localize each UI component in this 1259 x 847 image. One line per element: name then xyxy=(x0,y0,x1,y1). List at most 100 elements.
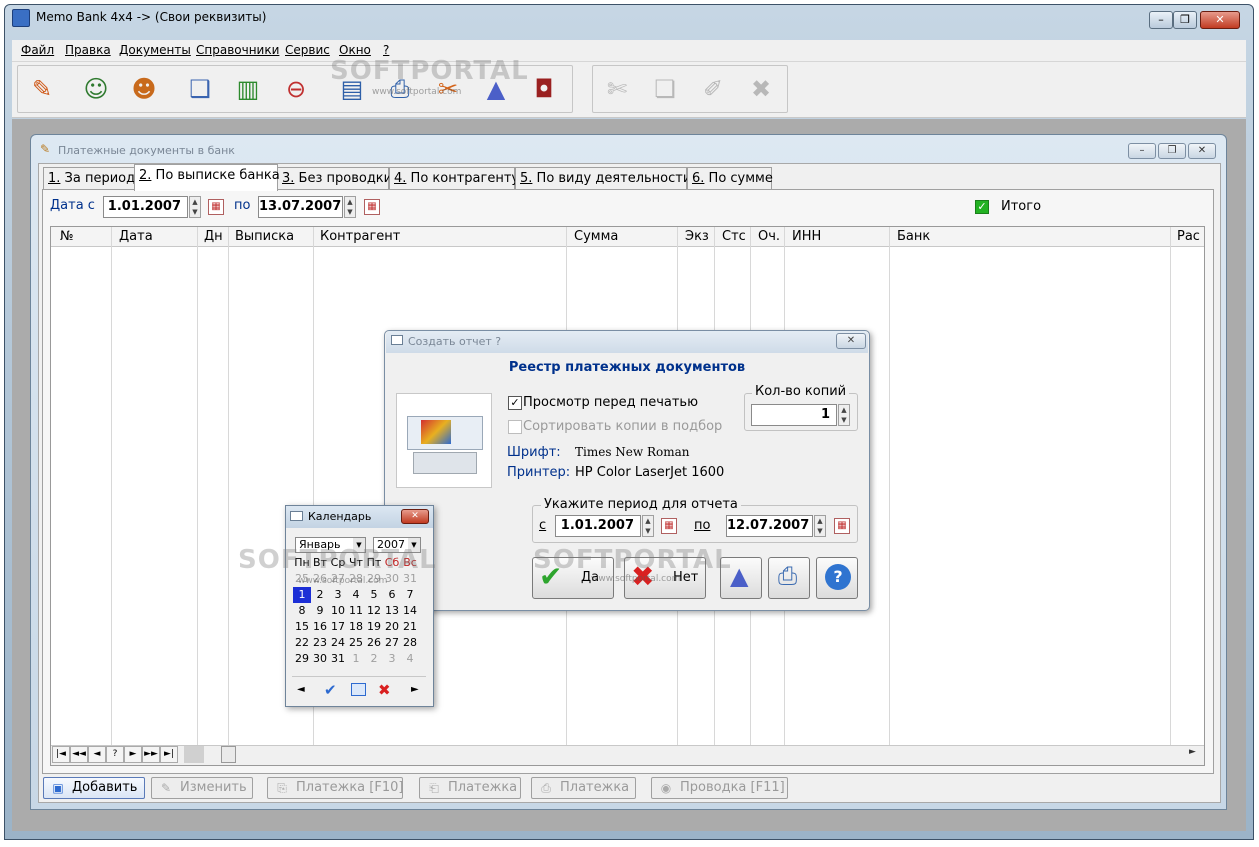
menu-documents[interactable]: Документы xyxy=(119,43,191,57)
calendar-day[interactable]: 2 xyxy=(311,587,329,603)
delete-icon[interactable]: ✖ xyxy=(741,69,781,109)
child-minimize-button[interactable]: – xyxy=(1128,143,1156,159)
calendar-day[interactable]: 11 xyxy=(347,603,365,619)
sort-copies-checkbox[interactable] xyxy=(508,420,522,434)
period-to-spinner[interactable]: ▲ ▼ xyxy=(814,515,826,537)
calendar-day[interactable]: 5 xyxy=(365,587,383,603)
column-header-statement[interactable]: Выписка xyxy=(235,229,294,244)
calendar-day[interactable]: 8 xyxy=(293,603,311,619)
column-header-bank[interactable]: Банк xyxy=(897,229,930,244)
column-header-inn[interactable]: ИНН xyxy=(792,229,821,244)
cancel-x-icon[interactable]: ✖ xyxy=(378,681,391,699)
counterparty-icon[interactable]: ☺ xyxy=(76,69,116,109)
new-document-icon[interactable]: ✎ xyxy=(22,69,62,109)
font-value[interactable]: Times New Roman xyxy=(575,445,690,459)
payment-f10-button[interactable]: ⎘ Платежка [F10] xyxy=(267,777,403,799)
calendar-day[interactable]: 28 xyxy=(401,635,419,651)
report-dialog-close-button[interactable]: ✕ xyxy=(836,333,866,349)
nav-next-page-button[interactable]: ►► xyxy=(142,746,160,763)
calendar-day[interactable]: 19 xyxy=(365,619,383,635)
calendar-day[interactable]: 20 xyxy=(383,619,401,635)
column-header-day[interactable]: Дн xyxy=(204,229,223,244)
calendar-day[interactable]: 12 xyxy=(365,603,383,619)
menu-service[interactable]: Сервис xyxy=(285,43,330,57)
tab-no-posting[interactable]: 3. Без проводки xyxy=(277,167,392,190)
calendar-day[interactable]: 3 xyxy=(383,651,401,667)
printer-setup-button[interactable]: ⎙ xyxy=(768,557,810,599)
copies-spinner[interactable]: ▲ ▼ xyxy=(838,404,850,426)
tab-bank-statement[interactable]: 2. По выписке банка xyxy=(134,164,280,191)
documents-icon[interactable]: ❑ xyxy=(180,69,220,109)
copy-icon[interactable]: ❏ xyxy=(645,69,685,109)
user-remove-icon[interactable]: ⊖ xyxy=(276,69,316,109)
calendar-day[interactable]: 7 xyxy=(401,587,419,603)
preview-checkbox[interactable]: ✓ xyxy=(508,396,522,410)
posting-f11-button[interactable]: ◉ Проводка [F11] xyxy=(651,777,788,799)
menu-window[interactable]: Окно xyxy=(339,43,371,57)
close-button[interactable]: ✕ xyxy=(1200,11,1240,29)
calendar-day[interactable]: 22 xyxy=(293,635,311,651)
column-header-account[interactable]: Рас xyxy=(1177,229,1203,244)
calendar-day[interactable]: 30 xyxy=(311,651,329,667)
date-from-spinner[interactable]: ▲ ▼ xyxy=(189,196,201,218)
confirm-check-icon[interactable]: ✔ xyxy=(324,681,337,699)
calendar-day[interactable]: 23 xyxy=(311,635,329,651)
calendar-day[interactable]: 25 xyxy=(347,635,365,651)
column-header-priority[interactable]: Оч. xyxy=(758,229,780,244)
calendar-day[interactable]: 9 xyxy=(311,603,329,619)
cut-icon[interactable]: ✄ xyxy=(597,69,637,109)
total-checkbox[interactable]: ✓ xyxy=(975,200,989,214)
calendar-icon[interactable]: ▦ xyxy=(661,518,677,534)
edit-button[interactable]: ✎ Изменить xyxy=(151,777,253,799)
printer-value[interactable]: HP Color LaserJet 1600 xyxy=(575,465,724,480)
date-to-spinner[interactable]: ▲ ▼ xyxy=(344,196,356,218)
chart-icon[interactable]: ▥ xyxy=(228,69,268,109)
date-to-input[interactable]: 13.07.2007 xyxy=(258,196,343,218)
help-button[interactable]: ? xyxy=(816,557,858,599)
calendar-day[interactable]: 16 xyxy=(311,619,329,635)
tab-amount[interactable]: 6. По сумме xyxy=(687,167,773,190)
calendar-day[interactable]: 14 xyxy=(401,603,419,619)
child-close-button[interactable]: ✕ xyxy=(1188,143,1216,159)
calendar-icon[interactable]: ▦ xyxy=(834,518,850,534)
prev-month-icon[interactable]: ◄ xyxy=(297,684,305,695)
nav-prev-page-button[interactable]: ◄◄ xyxy=(70,746,88,763)
tab-period[interactable]: 1. За период xyxy=(43,167,135,190)
column-header-amount[interactable]: Сумма xyxy=(574,229,618,244)
calendar-day[interactable]: 1 xyxy=(347,651,365,667)
tab-counterparty[interactable]: 4. По контрагенту xyxy=(389,167,519,190)
restore-button[interactable]: ❐ xyxy=(1173,11,1197,29)
calendar-day[interactable]: 29 xyxy=(293,651,311,667)
date-from-input[interactable]: 1.01.2007 xyxy=(103,196,188,218)
wallet-icon[interactable]: ◘ xyxy=(524,69,564,109)
period-from-input[interactable]: 1.01.2007 xyxy=(555,515,641,537)
calendar-day[interactable]: 3 xyxy=(329,587,347,603)
nav-first-button[interactable]: |◄ xyxy=(52,746,70,763)
calendar-day[interactable]: 6 xyxy=(383,587,401,603)
calendar-close-button[interactable]: ✕ xyxy=(401,509,429,524)
calendar-icon[interactable]: ▦ xyxy=(364,199,380,215)
calendar-day[interactable]: 27 xyxy=(383,635,401,651)
calendar-day-selected[interactable]: 1 xyxy=(293,587,311,603)
nav-prev-button[interactable]: ◄ xyxy=(88,746,106,763)
menu-edit[interactable]: Правка xyxy=(65,43,111,57)
column-header-copies[interactable]: Экз xyxy=(685,229,709,244)
scrollbar-track[interactable] xyxy=(184,746,204,763)
child-restore-button[interactable]: ❐ xyxy=(1158,143,1186,159)
users-icon[interactable]: ☻ xyxy=(124,69,164,109)
calendar-icon[interactable]: ▦ xyxy=(208,199,224,215)
scroll-right-icon[interactable]: ► xyxy=(1189,747,1196,757)
menu-file[interactable]: Файл xyxy=(21,43,54,57)
nav-next-button[interactable]: ► xyxy=(124,746,142,763)
calendar-day[interactable]: 26 xyxy=(365,635,383,651)
period-to-input[interactable]: 12.07.2007 xyxy=(726,515,813,537)
column-header-date[interactable]: Дата xyxy=(119,229,153,244)
paste-icon[interactable]: ✐ xyxy=(693,69,733,109)
period-from-spinner[interactable]: ▲ ▼ xyxy=(642,515,654,537)
today-icon[interactable] xyxy=(351,683,366,696)
calendar-day[interactable]: 10 xyxy=(329,603,347,619)
calendar-day[interactable]: 2 xyxy=(365,651,383,667)
calendar-day[interactable]: 24 xyxy=(329,635,347,651)
payment-button-3[interactable]: ⎙ Платежка xyxy=(531,777,636,799)
calendar-day[interactable]: 31 xyxy=(329,651,347,667)
